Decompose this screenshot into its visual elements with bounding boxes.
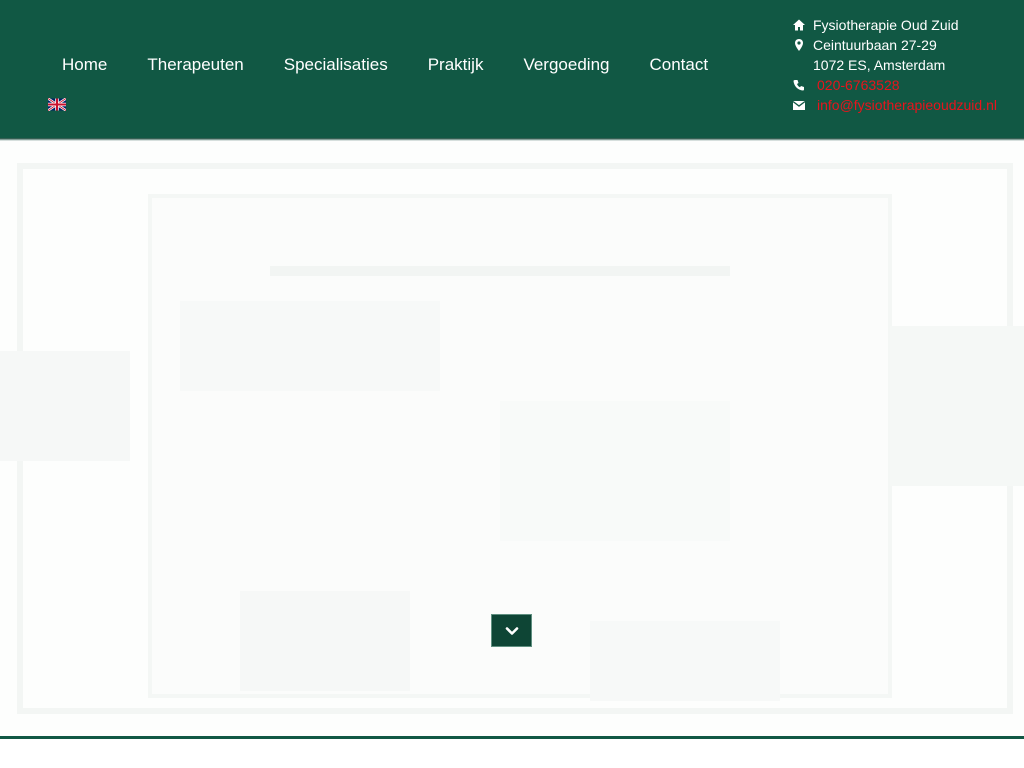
chevron-down-icon	[505, 626, 518, 635]
phone-icon	[793, 80, 804, 91]
envelope-icon	[792, 100, 806, 110]
street-address: Ceintuurbaan 27-29	[813, 37, 937, 53]
uk-flag-icon[interactable]	[48, 98, 66, 111]
contact-city-row: 1072 ES, Amsterdam	[792, 55, 1020, 75]
nav-item-therapeuten[interactable]: Therapeuten	[127, 52, 263, 78]
home-icon	[793, 19, 805, 31]
contact-phone-row: 020-6763528	[792, 75, 1020, 95]
phone-link[interactable]: 020-6763528	[817, 75, 900, 95]
main-navigation: Home Therapeuten Specialisaties Praktijk…	[42, 52, 728, 78]
scroll-down-button[interactable]	[491, 614, 532, 647]
top-header: Home Therapeuten Specialisaties Praktijk…	[0, 0, 1024, 138]
hero-image-area	[0, 141, 1024, 736]
map-marker-icon	[795, 39, 803, 51]
contact-street-row: Ceintuurbaan 27-29	[792, 35, 1020, 55]
contact-block: Fysiotherapie Oud Zuid Ceintuurbaan 27-2…	[792, 15, 1020, 115]
hero-bottom-border	[0, 736, 1024, 739]
city-address: 1072 ES, Amsterdam	[813, 57, 946, 73]
contact-email-row: info@fysiotherapieoudzuid.nl	[792, 95, 1020, 115]
nav-item-home[interactable]: Home	[42, 52, 127, 78]
practice-name: Fysiotherapie Oud Zuid	[813, 17, 959, 33]
nav-item-contact[interactable]: Contact	[629, 52, 728, 78]
nav-item-vergoeding[interactable]: Vergoeding	[503, 52, 629, 78]
contact-name-row: Fysiotherapie Oud Zuid	[792, 15, 1020, 35]
nav-item-specialisaties[interactable]: Specialisaties	[264, 52, 408, 78]
email-link[interactable]: info@fysiotherapieoudzuid.nl	[817, 95, 997, 115]
nav-item-praktijk[interactable]: Praktijk	[408, 52, 504, 78]
